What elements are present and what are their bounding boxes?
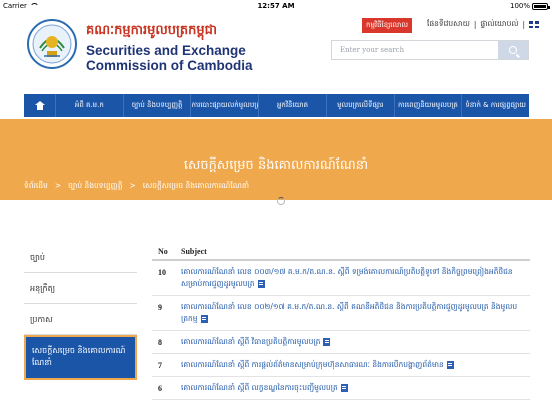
nav-item-market[interactable]: មូលបត្រលើទីផ្សារ bbox=[327, 94, 395, 117]
column-header-subject: Subject bbox=[181, 247, 207, 256]
battery-group: 100% bbox=[509, 0, 550, 12]
link-separator: | bbox=[522, 20, 526, 29]
documents-table: No Subject 10 គោលការណ៍ណែនាំ លេខ ០០៣/១៧ គ… bbox=[152, 242, 530, 400]
page-title: សេចក្តីសម្រេច និងគោលការណ៍ណែនាំ bbox=[183, 158, 369, 173]
document-title[interactable]: គោលការណ៍ណែនាំ ស្តីពី វិធានប្រតិបត្តិការម… bbox=[181, 337, 320, 346]
sidebar-item-decisions[interactable]: សេចក្តីសម្រេច និងគោលការណ៍ណែនាំ bbox=[24, 335, 137, 380]
document-title[interactable]: គោលការណ៍ណែនាំ ស្តីពី លក្ខខណ្ឌនៃការចុះបញ្… bbox=[181, 383, 338, 392]
breadcrumb-home[interactable]: ទំព័រដើម bbox=[24, 181, 48, 192]
search-button[interactable] bbox=[498, 41, 528, 59]
page-banner: សេចក្តីសម្រេច និងគោលការណ៍ណែនាំ ទំព័រដើម … bbox=[0, 119, 552, 205]
pdf-icon[interactable] bbox=[323, 338, 331, 346]
sidebar: ច្បាប់ អនុក្រឹត្យ ប្រកាស សេចក្តីសម្រេច ន… bbox=[24, 242, 137, 380]
breadcrumb-separator: > bbox=[54, 181, 62, 190]
document-link[interactable]: គោលការណ៍ណែនាំ លេខ ០០២/១៧ គ.ម.ក/ត.ណ.ន. ស្… bbox=[179, 301, 530, 325]
pdf-icon[interactable] bbox=[340, 384, 348, 392]
nav-item-popularity[interactable]: ការពេញនិយមមូលបត្រ bbox=[395, 94, 463, 117]
nav-item-media[interactable]: ទំនាក់ & ការផ្សព្វផ្សាយ bbox=[462, 94, 529, 117]
nav-item-about[interactable]: អំពី គ.ម.ក bbox=[56, 94, 124, 117]
breadcrumb-separator: > bbox=[129, 181, 136, 190]
main-nav: អំពី គ.ម.ក ច្បាប់ និងបទប្បញ្ញត្តិ ការបោះ… bbox=[24, 94, 529, 117]
search-box bbox=[331, 40, 529, 60]
row-number: 7 bbox=[158, 361, 162, 370]
pdf-icon[interactable] bbox=[200, 315, 208, 323]
row-number: 9 bbox=[158, 303, 162, 312]
battery-icon bbox=[532, 2, 550, 10]
org-name-english-line1: Securities and Exchange bbox=[86, 43, 246, 58]
loading-spinner-icon bbox=[277, 197, 285, 205]
table-row: 8 គោលការណ៍ណែនាំ ស្តីពី វិធានប្រតិបត្តិកា… bbox=[152, 331, 530, 354]
link-separator: | bbox=[473, 20, 477, 29]
document-link[interactable]: គោលការណ៍ណែនាំ ស្តីពី ការផ្តល់ព័ត៌មានសម្រ… bbox=[179, 359, 530, 371]
document-title[interactable]: គោលការណ៍ណែនាំ លេខ ០០២/១៧ គ.ម.ក/ត.ណ.ន. ស្… bbox=[181, 302, 517, 323]
search-input[interactable] bbox=[332, 41, 500, 59]
contact-link[interactable]: ផ្ទាល់យោបល់ bbox=[480, 19, 518, 30]
nav-item-investors[interactable]: អ្នកវិនិយោគ bbox=[259, 94, 327, 117]
row-number: 10 bbox=[158, 268, 166, 277]
sidebar-item-subdecrees[interactable]: អនុក្រឹត្យ bbox=[24, 273, 137, 304]
table-row: 7 គោលការណ៍ណែនាំ ស្តីពី ការផ្តល់ព័ត៌មានសម… bbox=[152, 354, 530, 377]
english-flag-icon[interactable] bbox=[529, 21, 540, 28]
nav-item-offering[interactable]: ការបោះផ្សាយលក់មូលបត្រ bbox=[191, 94, 260, 117]
sidebar-item-laws[interactable]: ច្បាប់ bbox=[24, 242, 137, 273]
column-header-no: No bbox=[158, 247, 168, 256]
sidebar-item-prakas[interactable]: ប្រកាស bbox=[24, 304, 137, 335]
complaint-button[interactable]: កម្មវិធីខ្សែលោល bbox=[362, 18, 413, 33]
nav-item-laws[interactable]: ច្បាប់ និងបទប្បញ្ញត្តិ bbox=[124, 94, 192, 117]
clock: 12:57 AM bbox=[257, 2, 295, 10]
table-row: 9 គោលការណ៍ណែនាំ លេខ ០០២/១៧ គ.ម.ក/ត.ណ.ន. … bbox=[152, 296, 530, 331]
nav-home-button[interactable] bbox=[24, 94, 56, 117]
battery-percent: 100% bbox=[509, 2, 530, 10]
org-name-english-line2: Commission of Cambodia bbox=[86, 58, 253, 73]
battery-fill bbox=[534, 4, 546, 8]
breadcrumb: ទំព័រដើម > ច្បាប់ និងបទប្បញ្ញត្តិ > សេចក… bbox=[24, 181, 249, 192]
org-name-khmer: គណៈកម្មការមូលបត្រកម្ពុជា bbox=[86, 23, 217, 38]
table-row: 10 គោលការណ៍ណែនាំ លេខ ០០៣/១៧ គ.ម.ក/ត.ណ.ន.… bbox=[152, 261, 530, 296]
home-icon bbox=[34, 101, 45, 110]
document-title[interactable]: គោលការណ៍ណែនាំ លេខ ០០៣/១៧ គ.ម.ក/ត.ណ.ន. ស្… bbox=[181, 267, 513, 288]
document-link[interactable]: គោលការណ៍ណែនាំ ស្តីពី វិធានប្រតិបត្តិការម… bbox=[179, 336, 530, 348]
document-link[interactable]: គោលការណ៍ណែនាំ លេខ ០០៣/១៧ គ.ម.ក/ត.ណ.ន. ស្… bbox=[179, 266, 530, 290]
row-number: 8 bbox=[158, 338, 162, 347]
search-icon bbox=[509, 46, 517, 54]
breadcrumb-current: សេចក្តីសម្រេច និងគោលការណ៍ណែនាំ bbox=[142, 181, 250, 190]
breadcrumb-laws[interactable]: ច្បាប់ និងបទប្បញ្ញត្តិ bbox=[68, 181, 122, 192]
pdf-icon[interactable] bbox=[257, 280, 265, 288]
top-links: ផែនទីវេបសាយ | ផ្ទាល់យោបល់ | bbox=[427, 19, 540, 30]
document-link[interactable]: គោលការណ៍ណែនាំ ស្តីពី លក្ខខណ្ឌនៃការចុះបញ្… bbox=[179, 382, 530, 394]
row-number: 6 bbox=[158, 384, 162, 393]
pdf-icon[interactable] bbox=[446, 361, 454, 369]
status-bar: Carrier 12:57 AM 100% bbox=[0, 0, 552, 12]
table-header: No Subject bbox=[152, 242, 530, 261]
sitemap-link[interactable]: ផែនទីវេបសាយ bbox=[427, 19, 470, 30]
table-row: 6 គោលការណ៍ណែនាំ ស្តីពី លក្ខខណ្ឌនៃការចុះប… bbox=[152, 377, 530, 400]
document-title[interactable]: គោលការណ៍ណែនាំ ស្តីពី ការផ្តល់ព័ត៌មានសម្រ… bbox=[181, 360, 444, 369]
site-header: គណៈកម្មការមូលបត្រកម្ពុជា Securities and … bbox=[0, 12, 552, 94]
secc-logo[interactable] bbox=[26, 18, 78, 70]
